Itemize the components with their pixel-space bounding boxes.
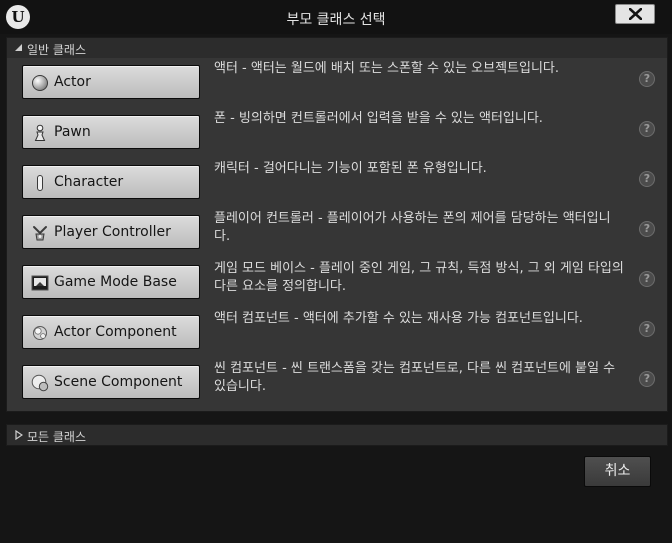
actor-button-label: Actor bbox=[54, 74, 91, 90]
actor-help-icon[interactable]: ? bbox=[639, 71, 655, 87]
actor-icon bbox=[32, 75, 48, 91]
character-button-label: Character bbox=[54, 174, 124, 190]
pawn-icon bbox=[34, 124, 46, 141]
expand-triangle-icon bbox=[15, 430, 23, 440]
class-row-actor: Actor 액터 - 액터는 월드에 배치 또는 스폰할 수 있는 오브젝트입니… bbox=[7, 59, 667, 109]
class-row-pawn: Pawn 폰 - 빙의하면 컨트롤러에서 입력을 받을 수 있는 액터입니다. … bbox=[7, 109, 667, 159]
pawn-description: 폰 - 빙의하면 컨트롤러에서 입력을 받을 수 있는 액터입니다. bbox=[214, 111, 543, 126]
player-controller-button[interactable]: Player Controller bbox=[22, 215, 200, 249]
pawn-button-label: Pawn bbox=[54, 124, 91, 140]
collapse-triangle-icon bbox=[15, 44, 22, 51]
actor-description: 액터 - 액터는 월드에 배치 또는 스폰할 수 있는 오브젝트입니다. bbox=[214, 61, 560, 76]
close-button[interactable] bbox=[615, 4, 655, 24]
scene-component-icon bbox=[31, 374, 49, 392]
class-row-character: Character 캐릭터 - 걸어다니는 기능이 포함된 폰 유형입니다. ? bbox=[7, 159, 667, 209]
game-mode-icon bbox=[31, 275, 49, 291]
player-controller-button-label: Player Controller bbox=[54, 224, 171, 240]
common-classes-list: Actor 액터 - 액터는 월드에 배치 또는 스폰할 수 있는 오브젝트입니… bbox=[7, 58, 667, 411]
cancel-button[interactable]: 취소 bbox=[584, 456, 651, 487]
player-controller-icon bbox=[33, 226, 47, 241]
scene-component-button-label: Scene Component bbox=[54, 374, 183, 390]
pawn-button[interactable]: Pawn bbox=[22, 115, 200, 149]
actor-component-icon bbox=[33, 326, 47, 340]
player-controller-description: 플레이어 컨트롤러 - 플레이어가 사용하는 폰의 제어를 담당하는 액터입니다… bbox=[214, 211, 611, 244]
scene-component-help-icon[interactable]: ? bbox=[639, 371, 655, 387]
character-icon bbox=[37, 175, 43, 191]
class-row-game-mode-base: Game Mode Base 게임 모드 베이스 - 플레이 중인 게임, 그 … bbox=[7, 259, 667, 309]
dialog-title: 부모 클래스 선택 bbox=[286, 12, 386, 28]
actor-component-description: 액터 컴포넌트 - 액터에 추가할 수 있는 재사용 가능 컴포넌트입니다. bbox=[214, 311, 583, 326]
actor-component-button-label: Actor Component bbox=[54, 324, 177, 340]
character-description: 캐릭터 - 걸어다니는 기능이 포함된 폰 유형입니다. bbox=[214, 161, 487, 176]
common-classes-section: 일반 클래스 Actor 액터 - 액터는 월드에 배치 또는 스폰할 수 있는… bbox=[6, 37, 668, 412]
actor-component-button[interactable]: Actor Component bbox=[22, 315, 200, 349]
actor-button[interactable]: Actor bbox=[22, 65, 200, 99]
scene-component-button[interactable]: Scene Component bbox=[22, 365, 200, 399]
all-classes-section: 모든 클래스 bbox=[6, 424, 668, 446]
game-mode-base-button-label: Game Mode Base bbox=[54, 274, 177, 290]
class-row-scene-component: Scene Component 씬 컴포넌트 - 씬 트랜스폼을 갖는 컴포넌트… bbox=[7, 359, 667, 409]
character-help-icon[interactable]: ? bbox=[639, 171, 655, 187]
common-classes-label: 일반 클래스 bbox=[27, 43, 87, 57]
all-classes-header[interactable]: 모든 클래스 bbox=[7, 425, 667, 445]
title-bar: U 부모 클래스 선택 bbox=[0, 0, 672, 34]
game-mode-base-description: 게임 모드 베이스 - 플레이 중인 게임, 그 규칙, 득점 방식, 그 외 … bbox=[214, 261, 624, 294]
game-mode-base-button[interactable]: Game Mode Base bbox=[22, 265, 200, 299]
player-controller-help-icon[interactable]: ? bbox=[639, 221, 655, 237]
class-row-actor-component: Actor Component 액터 컴포넌트 - 액터에 추가할 수 있는 재… bbox=[7, 309, 667, 359]
actor-component-help-icon[interactable]: ? bbox=[639, 321, 655, 337]
class-row-player-controller: Player Controller 플레이어 컨트롤러 - 플레이어가 사용하는… bbox=[7, 209, 667, 259]
game-mode-base-help-icon[interactable]: ? bbox=[639, 271, 655, 287]
close-icon bbox=[629, 8, 642, 20]
character-button[interactable]: Character bbox=[22, 165, 200, 199]
pawn-help-icon[interactable]: ? bbox=[639, 121, 655, 137]
all-classes-label: 모든 클래스 bbox=[27, 430, 87, 444]
common-classes-header[interactable]: 일반 클래스 bbox=[7, 38, 667, 58]
scene-component-description: 씬 컴포넌트 - 씬 트랜스폼을 갖는 컴포넌트로, 다른 씬 컴포넌트에 붙일… bbox=[214, 361, 616, 394]
